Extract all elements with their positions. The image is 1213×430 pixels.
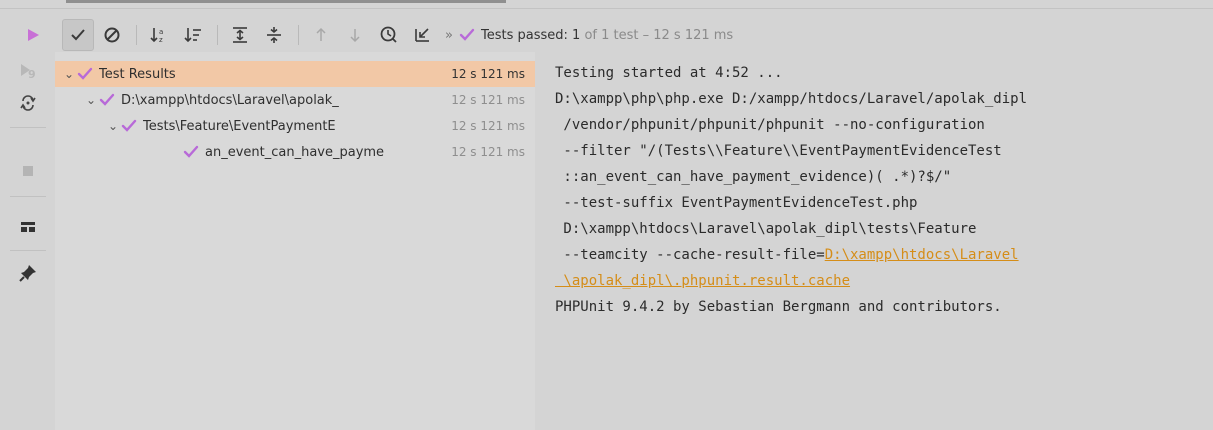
collapse-all-icon [267, 27, 281, 43]
console-line: --filter "/(Tests\\Feature\\EventPayment… [555, 143, 1002, 159]
more-actions-chevron[interactable]: » [445, 28, 453, 43]
rerun-failed-button[interactable]: 9 [17, 60, 39, 82]
toggle-auto-test-button[interactable] [17, 92, 39, 114]
test-status: Tests passed: 1 of 1 test – 12 s 121 ms [459, 28, 733, 43]
test-results-tree: ⌄ Test Results 12 s 121 ms ⌄ D:\xampp\ht… [55, 52, 535, 430]
tree-label: an_event_can_have_payme [205, 144, 385, 160]
auto-rerun-icon [20, 95, 36, 111]
layout-icon [21, 222, 35, 232]
previous-failed-test-button[interactable] [305, 19, 337, 51]
tree-row-test-results[interactable]: ⌄ Test Results 12 s 121 ms [55, 61, 535, 87]
svg-text:a: a [159, 28, 163, 36]
tree-row-test-method[interactable]: an_event_can_have_payme 12 s 121 ms [55, 139, 535, 165]
tree-duration: 12 s 121 ms [451, 67, 525, 81]
toolbar-separator [298, 25, 299, 45]
toolbar-separator [136, 25, 137, 45]
top-divider [0, 8, 1213, 9]
tree-duration: 12 s 121 ms [451, 93, 525, 107]
toolbar-separator [217, 25, 218, 45]
tree-label: D:\xampp\htdocs\Laravel\apolak_ [121, 92, 339, 108]
test-history-button[interactable] [373, 19, 405, 51]
tree-label: Test Results [99, 66, 176, 82]
chevron-down-icon[interactable]: ⌄ [61, 67, 77, 81]
console-text: --teamcity --cache-result-file= [555, 247, 825, 263]
status-detail: of 1 test – 12 s 121 ms [584, 27, 734, 43]
arrow-up-icon [316, 27, 326, 41]
cache-file-link[interactable]: D:\xampp\htdocs\Laravel [825, 247, 1019, 263]
console-line: D:\xampp\htdocs\Laravel\apolak_dipl\test… [555, 221, 977, 237]
run-button[interactable] [18, 20, 48, 50]
sort-alphabetically-button[interactable]: a z [143, 19, 175, 51]
rail-separator [10, 127, 46, 128]
next-failed-test-button[interactable] [339, 19, 371, 51]
stop-button[interactable] [17, 160, 39, 182]
show-passed-toggle[interactable] [62, 19, 94, 51]
tree-row-suite-path[interactable]: ⌄ D:\xampp\htdocs\Laravel\apolak_ 12 s 1… [55, 87, 535, 113]
svg-text:z: z [159, 36, 163, 44]
sort-duration-icon [184, 28, 201, 43]
console-line: PHPUnit 9.4.2 by Sebastian Bergmann and … [555, 299, 1002, 315]
check-icon [77, 67, 93, 81]
console-line: --test-suffix EventPaymentEvidenceTest.p… [555, 195, 918, 211]
clock-icon [380, 26, 397, 43]
pin-icon [19, 265, 36, 282]
chevron-down-icon[interactable]: ⌄ [105, 119, 121, 133]
chevron-down-icon[interactable]: ⌄ [83, 93, 99, 107]
cancel-icon [104, 27, 120, 43]
pin-tab-button[interactable] [17, 262, 39, 284]
layout-button[interactable] [17, 216, 39, 238]
rail-separator [10, 196, 46, 197]
status-count: 1 [572, 27, 581, 43]
expand-all-button[interactable] [224, 19, 256, 51]
sort-by-duration-button[interactable] [177, 19, 209, 51]
checkmark-icon [71, 29, 85, 41]
svg-text:9: 9 [28, 68, 36, 81]
show-ignored-toggle[interactable] [96, 19, 128, 51]
rail-separator [10, 250, 46, 251]
check-icon [121, 119, 137, 133]
arrow-down-icon [350, 29, 360, 43]
stop-icon [23, 166, 33, 176]
console-line: ::an_event_can_have_payment_evidence)( .… [555, 169, 952, 185]
check-icon [183, 145, 199, 159]
import-tests-button[interactable] [407, 19, 439, 51]
tree-duration: 12 s 121 ms [451, 119, 525, 133]
collapse-all-button[interactable] [258, 19, 290, 51]
tree-label: Tests\Feature\EventPaymentE [143, 118, 336, 134]
import-icon [415, 28, 429, 42]
status-prefix: Tests passed: [480, 27, 568, 43]
check-icon [459, 28, 475, 41]
console-line: \apolak_dipl\.phpunit.result.cache [535, 268, 1213, 294]
console-line: /vendor/phpunit/phpunit/phpunit --no-con… [555, 117, 985, 133]
expand-all-icon [233, 27, 247, 43]
console-line: Testing started at 4:52 ... [555, 65, 783, 81]
play-icon [28, 29, 39, 41]
console-output[interactable]: Testing started at 4:52 ... D:\xampp\php… [535, 52, 1213, 430]
test-runner-toolbar: a z » Tests passed: 1 of 1 test – 12 s 1… [0, 18, 1213, 52]
top-scroll-indicator [66, 0, 506, 3]
tree-duration: 12 s 121 ms [451, 145, 525, 159]
check-icon [99, 93, 115, 107]
left-tool-rail: 9 [0, 52, 56, 430]
tree-row-test-class[interactable]: ⌄ Tests\Feature\EventPaymentE 12 s 121 m… [55, 113, 535, 139]
console-line: --teamcity --cache-result-file=D:\xampp\… [535, 242, 1213, 268]
sort-alphabetically-icon: a z [150, 28, 163, 44]
rerun-failed-icon: 9 [21, 64, 36, 81]
cache-file-link-continued[interactable]: \apolak_dipl\.phpunit.result.cache [555, 273, 850, 289]
console-line: D:\xampp\php\php.exe D:/xampp/htdocs/Lar… [555, 91, 1028, 107]
